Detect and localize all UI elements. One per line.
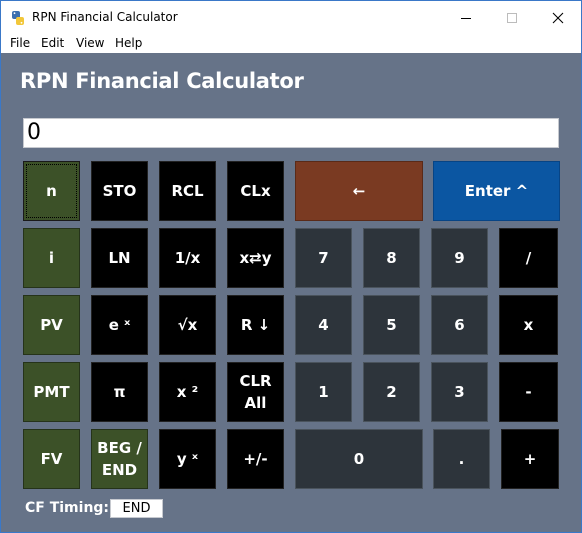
i-button[interactable]: i xyxy=(23,228,80,288)
maximize-icon xyxy=(507,12,517,23)
add-button[interactable]: + xyxy=(501,429,559,489)
backspace-button[interactable]: ← xyxy=(295,161,423,221)
python-icon xyxy=(12,11,24,25)
menu-view[interactable]: View xyxy=(76,36,104,50)
pi-button[interactable]: π xyxy=(91,362,148,422)
digit-3-button[interactable]: 3 xyxy=(431,362,488,422)
decimal-button[interactable]: . xyxy=(433,429,490,489)
subtract-button[interactable]: - xyxy=(499,362,558,422)
power-button[interactable]: y ˣ xyxy=(159,429,216,489)
digit-9-button[interactable]: 9 xyxy=(431,228,488,288)
digit-6-button[interactable]: 6 xyxy=(431,295,488,355)
rcl-button[interactable]: RCL xyxy=(159,161,216,221)
menu-edit[interactable]: Edit xyxy=(41,36,64,50)
digit-0-button[interactable]: 0 xyxy=(295,429,423,489)
digit-1-button[interactable]: 1 xyxy=(295,362,352,422)
ln-button[interactable]: LN xyxy=(91,228,148,288)
clx-button[interactable]: CLx xyxy=(227,161,284,221)
enter-button[interactable]: Enter ^ xyxy=(433,161,560,221)
sto-button[interactable]: STO xyxy=(91,161,148,221)
menu-file[interactable]: File xyxy=(10,36,30,50)
multiply-button[interactable]: x xyxy=(499,295,558,355)
digit-4-button[interactable]: 4 xyxy=(295,295,352,355)
page-title: RPN Financial Calculator xyxy=(20,69,304,93)
pv-button[interactable]: PV xyxy=(23,295,80,355)
calculator-display[interactable]: 0 xyxy=(23,118,559,148)
minimize-button[interactable] xyxy=(443,1,489,34)
square-button[interactable]: x ² xyxy=(159,362,216,422)
fv-button[interactable]: FV xyxy=(23,429,80,489)
digit-7-button[interactable]: 7 xyxy=(295,228,352,288)
swap-xy-button[interactable]: x⇄y xyxy=(227,228,284,288)
digit-8-button[interactable]: 8 xyxy=(363,228,420,288)
pmt-button[interactable]: PMT xyxy=(23,362,80,422)
n-button[interactable]: n xyxy=(23,161,80,221)
roll-down-button[interactable]: R ↓ xyxy=(227,295,284,355)
close-icon xyxy=(552,12,564,23)
menu-bar: File Edit View Help xyxy=(1,34,581,53)
cf-timing-value: END xyxy=(110,499,163,518)
app-window: RPN Financial Calculator File Edit View … xyxy=(0,0,582,533)
minimize-icon xyxy=(461,17,471,19)
close-button[interactable] xyxy=(535,1,581,34)
reciprocal-button[interactable]: 1/x xyxy=(159,228,216,288)
window-title: RPN Financial Calculator xyxy=(32,10,178,24)
change-sign-button[interactable]: +/- xyxy=(227,429,284,489)
sqrt-button[interactable]: √x xyxy=(159,295,216,355)
cf-timing-label: CF Timing: xyxy=(25,500,110,516)
title-bar: RPN Financial Calculator xyxy=(1,1,581,34)
divide-button[interactable]: / xyxy=(499,228,558,288)
exp-button[interactable]: e ˣ xyxy=(91,295,148,355)
beg-end-button[interactable]: BEG / END xyxy=(91,429,148,489)
calculator-body: RPN Financial Calculator 0 n STO RCL CLx… xyxy=(1,53,581,532)
clear-all-button[interactable]: CLR All xyxy=(227,362,284,422)
digit-5-button[interactable]: 5 xyxy=(363,295,420,355)
digit-2-button[interactable]: 2 xyxy=(363,362,420,422)
maximize-button[interactable] xyxy=(489,1,535,34)
menu-help[interactable]: Help xyxy=(115,36,142,50)
